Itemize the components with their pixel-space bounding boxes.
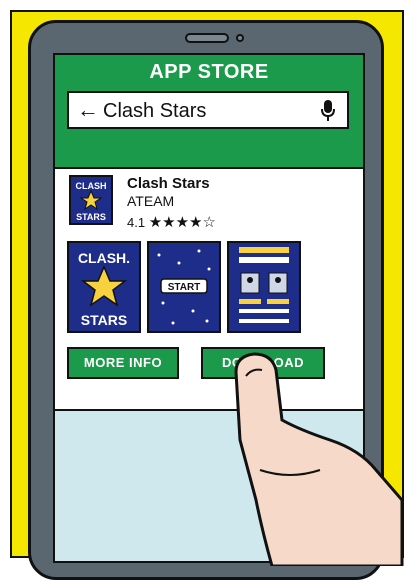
search-bar[interactable]: ← Clash Stars — [67, 91, 349, 129]
microphone-icon[interactable] — [319, 99, 337, 123]
app-icon-art: CLASH STARS — [76, 181, 107, 222]
app-icon[interactable]: CLASH STARS — [69, 175, 113, 225]
download-button[interactable]: DOWNLOAD — [201, 347, 325, 379]
rating-value: 4.1 — [127, 215, 146, 230]
screenshot-1-title: CLASH. — [78, 250, 130, 266]
screenshot-3-art — [239, 247, 289, 323]
screenshot-2[interactable]: START — [147, 241, 221, 333]
app-store-title: APP STORE — [149, 61, 269, 83]
search-input[interactable]: Clash Stars — [103, 100, 206, 123]
app-details-card: CLASH STARS Clash Stars ATEAM 4.1 ★★★★☆ … — [55, 169, 363, 409]
speaker-slot — [185, 33, 229, 43]
phone-screen: APP STORE ← Clash Stars CLASH STARS Clas… — [53, 53, 365, 563]
rating-stars: ★★★★☆ — [148, 214, 216, 231]
back-arrow-icon[interactable]: ← — [77, 97, 99, 123]
screen-lower-area — [55, 409, 363, 561]
app-rating: 4.1 ★★★★☆ — [127, 213, 216, 231]
front-camera — [236, 34, 244, 42]
app-developer: ATEAM — [127, 193, 175, 209]
illustration-frame: APP STORE ← Clash Stars CLASH STARS Clas… — [0, 0, 415, 580]
smartphone: APP STORE ← Clash Stars CLASH STARS Clas… — [28, 20, 384, 580]
screenshot-1-subtitle: STARS — [81, 312, 127, 328]
screenshot-2-art: START — [157, 249, 211, 325]
start-button-label: START — [168, 282, 201, 293]
app-icon-text-top: CLASH — [76, 181, 107, 191]
screenshot-1-art: CLASH. STARS — [78, 250, 130, 328]
app-icon-text-bottom: STARS — [76, 212, 106, 222]
more-info-button[interactable]: MORE INFO — [67, 347, 179, 379]
app-name: Clash Stars — [127, 175, 210, 192]
screenshot-3[interactable] — [227, 241, 301, 333]
app-store-header: APP STORE ← Clash Stars — [55, 55, 363, 169]
screenshot-1[interactable]: CLASH. STARS — [67, 241, 141, 333]
